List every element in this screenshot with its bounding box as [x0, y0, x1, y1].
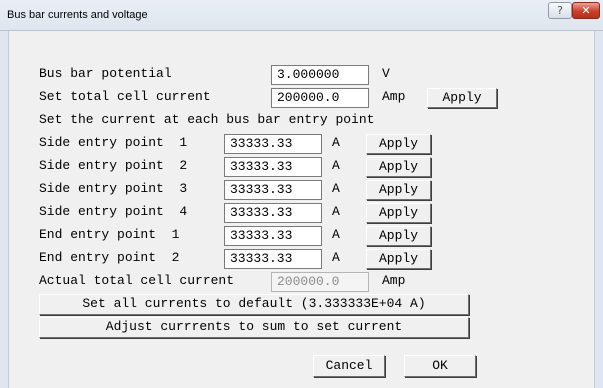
side-entry-2-apply-button[interactable]: Apply	[366, 157, 431, 177]
side-entry-2-label: Side entry point 2	[39, 158, 188, 173]
side-entry-2-input[interactable]: 33333.33	[224, 157, 322, 177]
dialog-body: Bus bar potential 3.000000 V Set total c…	[9, 31, 594, 388]
side-entry-1-input[interactable]: 33333.33	[224, 134, 322, 154]
side-entry-2-unit: A	[332, 158, 340, 173]
total-current-unit: Amp	[382, 89, 406, 104]
side-entry-4-input[interactable]: 33333.33	[224, 203, 322, 223]
help-button[interactable]: ?	[548, 2, 572, 19]
section-label: Set the current at each bus bar entry po…	[39, 112, 375, 127]
end-entry-1-apply-button[interactable]: Apply	[366, 226, 431, 246]
close-button[interactable]: ✕	[572, 2, 600, 19]
potential-input[interactable]: 3.000000	[271, 65, 369, 85]
ok-button[interactable]: OK	[404, 355, 476, 377]
title-bar: Bus bar currents and voltage ? ✕	[0, 0, 603, 31]
potential-unit: V	[382, 66, 390, 81]
end-entry-2-input[interactable]: 33333.33	[224, 249, 322, 269]
potential-label: Bus bar potential	[39, 66, 172, 81]
side-entry-1-unit: A	[332, 135, 340, 150]
cancel-button[interactable]: Cancel	[313, 355, 385, 377]
actual-current-field: 200000.0	[271, 272, 369, 292]
end-entry-2-apply-button[interactable]: Apply	[366, 249, 431, 269]
side-entry-1-label: Side entry point 1	[39, 135, 188, 150]
total-current-label: Set total cell current	[39, 89, 211, 104]
end-entry-2-label: End entry point 2	[39, 250, 180, 265]
window-title: Bus bar currents and voltage	[7, 9, 148, 21]
side-entry-3-unit: A	[332, 181, 340, 196]
adjust-currents-button[interactable]: Adjust currrents to sum to set current	[39, 317, 469, 338]
side-entry-3-apply-button[interactable]: Apply	[366, 180, 431, 200]
window-frame-right	[594, 31, 603, 388]
end-entry-2-unit: A	[332, 250, 340, 265]
total-current-input[interactable]: 200000.0	[271, 88, 369, 108]
end-entry-1-label: End entry point 1	[39, 227, 180, 242]
end-entry-1-input[interactable]: 33333.33	[224, 226, 322, 246]
side-entry-1-apply-button[interactable]: Apply	[366, 134, 431, 154]
side-entry-3-label: Side entry point 3	[39, 181, 188, 196]
set-default-button[interactable]: Set all currents to default (3.333333E+0…	[39, 294, 469, 315]
side-entry-4-unit: A	[332, 204, 340, 219]
actual-current-label: Actual total cell current	[39, 273, 235, 288]
window-frame-left	[0, 31, 9, 388]
end-entry-1-unit: A	[332, 227, 340, 242]
side-entry-4-apply-button[interactable]: Apply	[366, 203, 431, 223]
side-entry-4-label: Side entry point 4	[39, 204, 188, 219]
side-entry-3-input[interactable]: 33333.33	[224, 180, 322, 200]
actual-current-unit: Amp	[382, 273, 406, 288]
total-current-apply-button[interactable]: Apply	[427, 88, 497, 108]
